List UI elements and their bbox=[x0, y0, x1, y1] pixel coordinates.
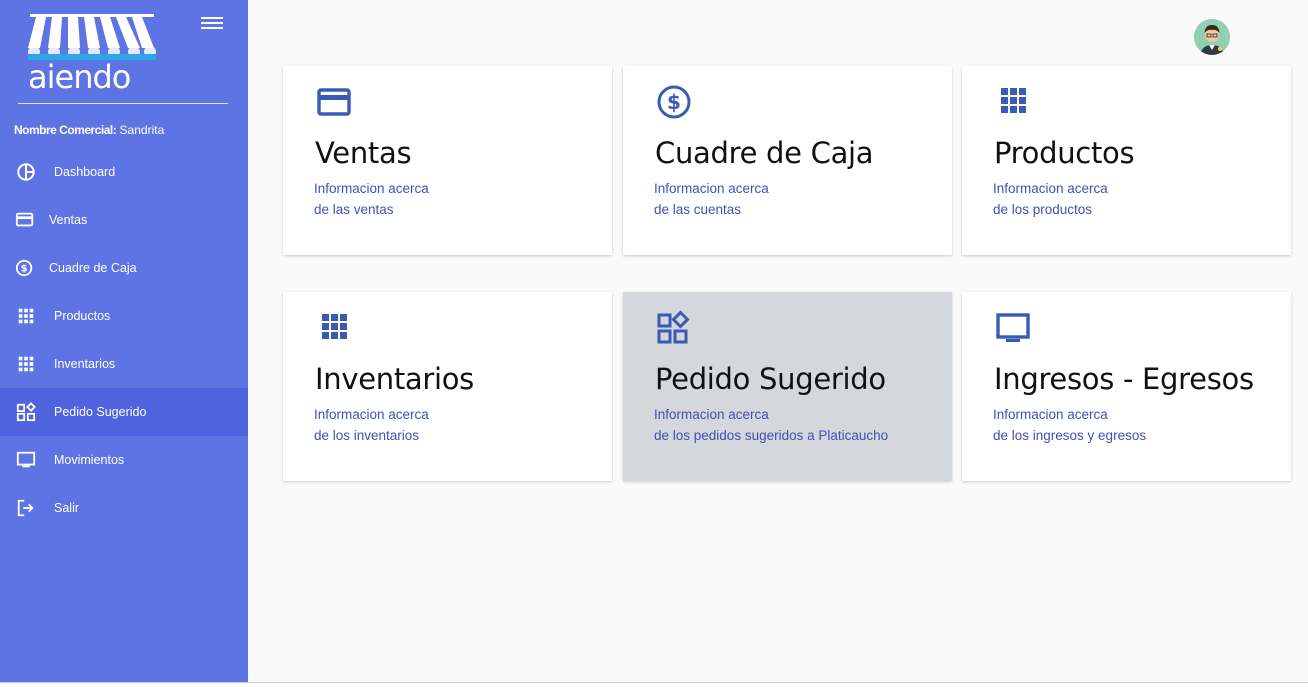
sidebar-item-label: Dashboard bbox=[54, 165, 116, 179]
widgets-icon bbox=[16, 402, 36, 422]
sidebar-item-productos[interactable]: Productos bbox=[0, 292, 248, 340]
sidebar-item-ventas[interactable]: Ventas bbox=[0, 196, 248, 244]
sidebar-item-pedido-sugerido[interactable]: Pedido Sugerido bbox=[0, 388, 248, 436]
logo-text: aiendo bbox=[28, 58, 131, 96]
grid-icon bbox=[322, 314, 347, 339]
sidebar: aiendo Nombre Comercial: Sandrita Dashbo… bbox=[0, 0, 248, 682]
card-title: Ventas bbox=[315, 136, 412, 170]
card-description: Informacion acerca de los pedidos sugeri… bbox=[654, 404, 888, 446]
card-desc-line: de las ventas bbox=[314, 202, 394, 217]
sidebar-item-label: Cuadre de Caja bbox=[49, 261, 137, 275]
widgets-icon bbox=[657, 310, 690, 344]
window-bottom-border bbox=[0, 682, 1308, 687]
user-avatar[interactable] bbox=[1194, 19, 1230, 55]
card-desc-line: de los productos bbox=[993, 202, 1093, 217]
card-description: Informacion acerca de las ventas bbox=[314, 178, 429, 220]
card-desc-line: Informacion acerca bbox=[654, 407, 769, 422]
card-description: Informacion acerca de los productos bbox=[993, 178, 1108, 220]
card-title: Pedido Sugerido bbox=[655, 362, 886, 396]
card-title: Cuadre de Caja bbox=[655, 136, 874, 170]
sidebar-item-movimientos[interactable]: Movimientos bbox=[0, 436, 248, 484]
sidebar-item-label: Movimientos bbox=[54, 453, 125, 467]
card-desc-line: de los inventarios bbox=[314, 428, 420, 443]
card-description: Informacion acerca de los ingresos y egr… bbox=[993, 404, 1146, 446]
monitor-icon bbox=[996, 313, 1030, 342]
sidebar-item-label: Pedido Sugerido bbox=[54, 405, 147, 419]
card-desc-line: Informacion acerca bbox=[993, 181, 1108, 196]
business-value: Sandrita bbox=[119, 123, 165, 137]
awning-icon bbox=[28, 14, 156, 60]
grid-icon bbox=[18, 308, 34, 324]
card-title: Inventarios bbox=[315, 362, 474, 396]
grid-icon bbox=[1001, 88, 1026, 113]
card-productos[interactable]: Productos Informacion acerca de los prod… bbox=[962, 66, 1291, 255]
sidebar-item-salir[interactable]: Salir bbox=[0, 484, 248, 532]
pie-chart-icon bbox=[17, 163, 35, 181]
card-description: Informacion acerca de los inventarios bbox=[314, 404, 429, 446]
card-desc-line: de los ingresos y egresos bbox=[993, 428, 1147, 443]
svg-text:$: $ bbox=[667, 90, 681, 114]
sidebar-item-inventarios[interactable]: Inventarios bbox=[0, 340, 248, 388]
sidebar-item-label: Ventas bbox=[49, 213, 88, 227]
hamburger-menu-icon[interactable] bbox=[201, 14, 223, 34]
card-ingresos-egresos[interactable]: Ingresos - Egresos Informacion acerca de… bbox=[962, 292, 1291, 481]
card-pedido-sugerido[interactable]: Pedido Sugerido Informacion acerca de lo… bbox=[623, 292, 952, 481]
card-desc-line: de las cuentas bbox=[654, 202, 742, 217]
credit-card-icon bbox=[15, 212, 34, 227]
card-desc-line: Informacion acerca bbox=[314, 407, 429, 422]
sidebar-nav: Dashboard Ventas $ Cuadre de Caja Produc… bbox=[0, 148, 248, 532]
card-inventarios[interactable]: Inventarios Informacion acerca de los in… bbox=[283, 292, 612, 481]
aiendo-logo[interactable]: aiendo bbox=[28, 10, 158, 96]
business-name: Nombre Comercial: Sandrita bbox=[14, 123, 164, 137]
card-title: Productos bbox=[994, 136, 1135, 170]
card-ventas[interactable]: Ventas Informacion acerca de las ventas bbox=[283, 66, 612, 255]
card-desc-line: Informacion acerca bbox=[654, 181, 769, 196]
sidebar-item-label: Productos bbox=[54, 309, 111, 323]
card-title: Ingresos - Egresos bbox=[994, 362, 1254, 396]
sidebar-item-dashboard[interactable]: Dashboard bbox=[0, 148, 248, 196]
card-desc-line: Informacion acerca bbox=[993, 407, 1108, 422]
grid-icon bbox=[18, 356, 34, 372]
svg-text:$: $ bbox=[21, 264, 28, 275]
dollar-circle-icon: $ bbox=[657, 85, 691, 119]
sidebar-item-cuadre-de-caja[interactable]: $ Cuadre de Caja bbox=[0, 244, 248, 292]
business-label: Nombre Comercial: bbox=[14, 123, 117, 137]
logout-icon bbox=[17, 499, 34, 517]
card-cuadre-de-caja[interactable]: $ Cuadre de Caja Informacion acerca de l… bbox=[623, 66, 952, 255]
credit-card-icon bbox=[317, 88, 351, 116]
dollar-circle-icon: $ bbox=[15, 259, 33, 277]
avatar-icon bbox=[1194, 19, 1230, 55]
card-description: Informacion acerca de las cuentas bbox=[654, 178, 769, 220]
monitor-icon bbox=[16, 451, 36, 468]
card-desc-line: de los pedidos sugeridos a Platicaucho bbox=[654, 428, 889, 443]
sidebar-item-label: Salir bbox=[54, 501, 80, 515]
card-desc-line: Informacion acerca bbox=[314, 181, 429, 196]
sidebar-divider bbox=[18, 103, 228, 104]
sidebar-item-label: Inventarios bbox=[54, 357, 116, 371]
